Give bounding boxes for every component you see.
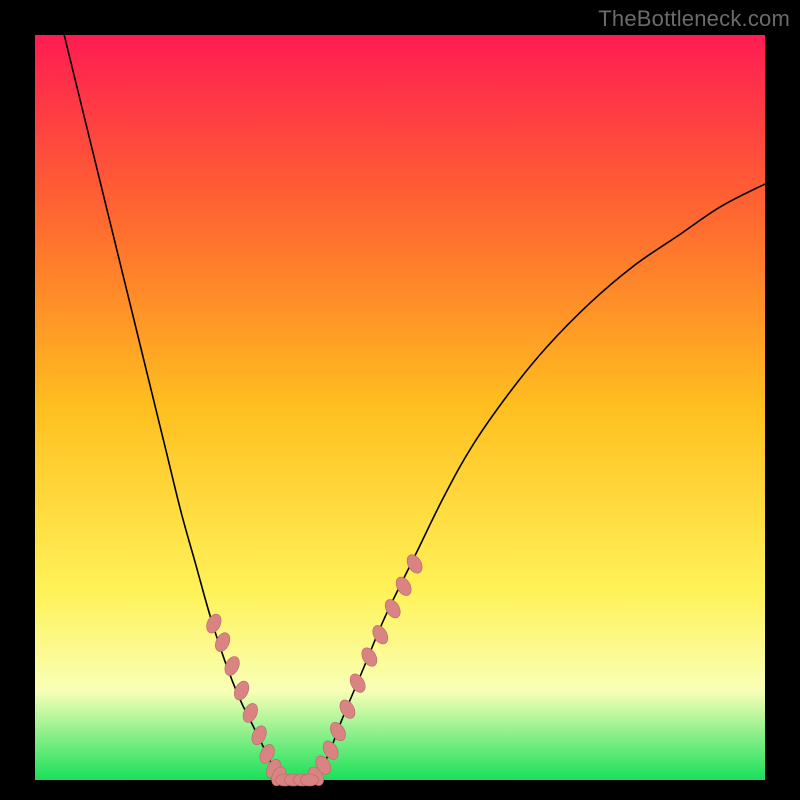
highlight-dot [347,671,368,695]
right-curve [312,184,765,780]
chart-stage: TheBottleneck.com [0,0,800,800]
highlight-dot [204,612,224,636]
highlight-dot [337,697,358,721]
plot-area [35,35,765,780]
left-curve [64,35,283,780]
highlight-dot [222,654,242,678]
highlight-dot [231,679,251,703]
curve-layer [35,35,765,780]
highlight-dots [204,552,425,788]
highlight-dot [359,645,380,669]
highlight-dot [370,623,391,647]
highlight-dot [300,774,318,786]
highlight-dot [327,720,348,744]
watermark-text: TheBottleneck.com [598,6,790,32]
highlight-dot [249,723,269,747]
